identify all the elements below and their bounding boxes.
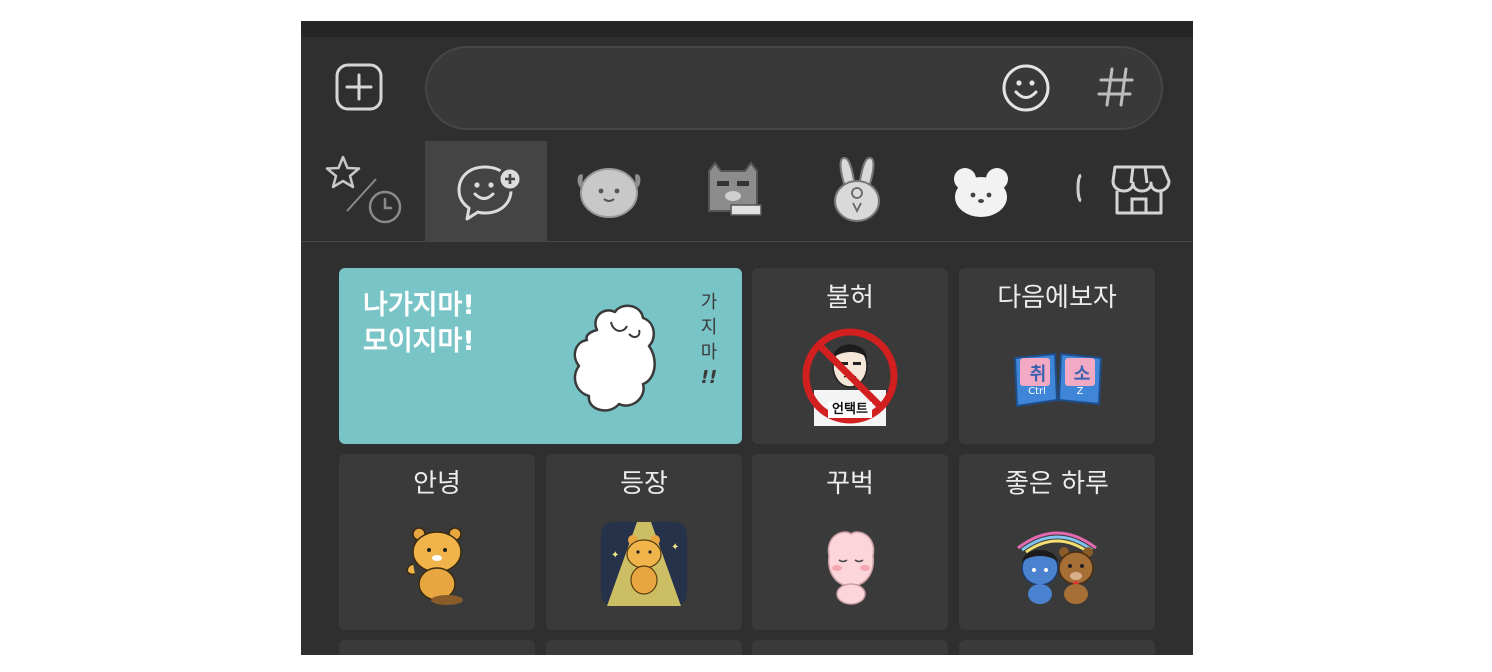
- tab-emoticon-plus[interactable]: [425, 141, 547, 241]
- mouse-sticker-icon: [954, 168, 1008, 217]
- tab-store[interactable]: [1085, 141, 1193, 241]
- sticker-daeumeboja[interactable]: 다음에보자 취 소 Ctrl Z: [959, 268, 1155, 444]
- sticker-label: 안녕: [413, 469, 461, 499]
- tab-rabbit-sticker[interactable]: [797, 141, 919, 241]
- sticker-label: 불허: [826, 283, 874, 313]
- sticker-partial[interactable]: [546, 640, 742, 655]
- banner-title: 나가지마! 모이지마!: [363, 290, 475, 357]
- sticker-bulheo[interactable]: 불허 언택트: [752, 268, 948, 444]
- store-icon: [1111, 165, 1171, 215]
- ryan-wave-icon: [406, 527, 463, 605]
- key-label: 취: [1029, 364, 1047, 385]
- sticker-label: 등장: [620, 469, 668, 499]
- key-label: 소: [1073, 364, 1091, 385]
- sticker-image-text: 언택트: [828, 402, 872, 418]
- tab-mouse-sticker[interactable]: [921, 141, 1043, 241]
- partial-sticker-icon: [1076, 173, 1083, 203]
- promo-banner[interactable]: 나가지마! 모이지마! 가 지 마 !!: [339, 268, 742, 444]
- emoticon-tab-bar: [301, 141, 1193, 242]
- sticker-label: 좋은 하루: [1005, 469, 1109, 499]
- ryan-spotlight-icon: ✦ ✦: [601, 522, 687, 606]
- grumpy-character-sticker-icon: [708, 161, 762, 216]
- banner-vertical-text: 가 지 마 !!: [697, 290, 721, 390]
- sticker-joeun-haru[interactable]: 좋은 하루: [959, 454, 1155, 630]
- key-label: Z: [1076, 386, 1084, 397]
- cloud-character-illustration: [573, 304, 656, 412]
- banner-vertical-char: 지: [700, 317, 718, 338]
- emoticon-plus-icon: [457, 165, 523, 221]
- sticker-label: 꾸벅: [826, 469, 874, 499]
- banner-vertical-char: 가: [700, 292, 718, 313]
- plus-square-icon[interactable]: [335, 63, 383, 111]
- smiley-icon[interactable]: [1001, 63, 1051, 113]
- tab-grumpy-character-sticker[interactable]: [673, 141, 795, 241]
- message-input[interactable]: [425, 46, 1163, 130]
- sticker-label: 다음에보자: [997, 283, 1117, 313]
- emoticon-keyboard-panel: 나가지마! 모이지마! 가 지 마 !! 불허 언택트 다음에보자 취 소 Ct…: [301, 21, 1193, 655]
- star-clock-icon: [325, 155, 402, 224]
- top-strip: [301, 21, 1193, 37]
- puppy-sticker-icon: [577, 168, 641, 218]
- tab-favorites-recent[interactable]: [301, 141, 423, 241]
- rabbit-sticker-icon: [834, 156, 880, 222]
- sticker-partial[interactable]: [339, 640, 535, 655]
- sticker-annyeong[interactable]: 안녕: [339, 454, 535, 630]
- apeach-bow-icon: [827, 531, 875, 605]
- hashtag-icon[interactable]: [1097, 65, 1135, 109]
- banner-vertical-char: 마: [700, 342, 718, 363]
- tab-partial-sticker[interactable]: [1043, 141, 1083, 241]
- svg-text:✦: ✦: [671, 542, 679, 553]
- sticker-deungjang[interactable]: 등장 ✦ ✦: [546, 454, 742, 630]
- tab-puppy-sticker[interactable]: [549, 141, 671, 241]
- sticker-kkubeok[interactable]: 꾸벅: [752, 454, 948, 630]
- key-label: Ctrl: [1028, 386, 1046, 397]
- banner-vertical-char: !!: [700, 367, 718, 388]
- sticker-partial[interactable]: [959, 640, 1155, 655]
- neo-frodo-icon: [1017, 531, 1097, 604]
- svg-text:✦: ✦: [611, 550, 619, 561]
- sticker-partial[interactable]: [752, 640, 948, 655]
